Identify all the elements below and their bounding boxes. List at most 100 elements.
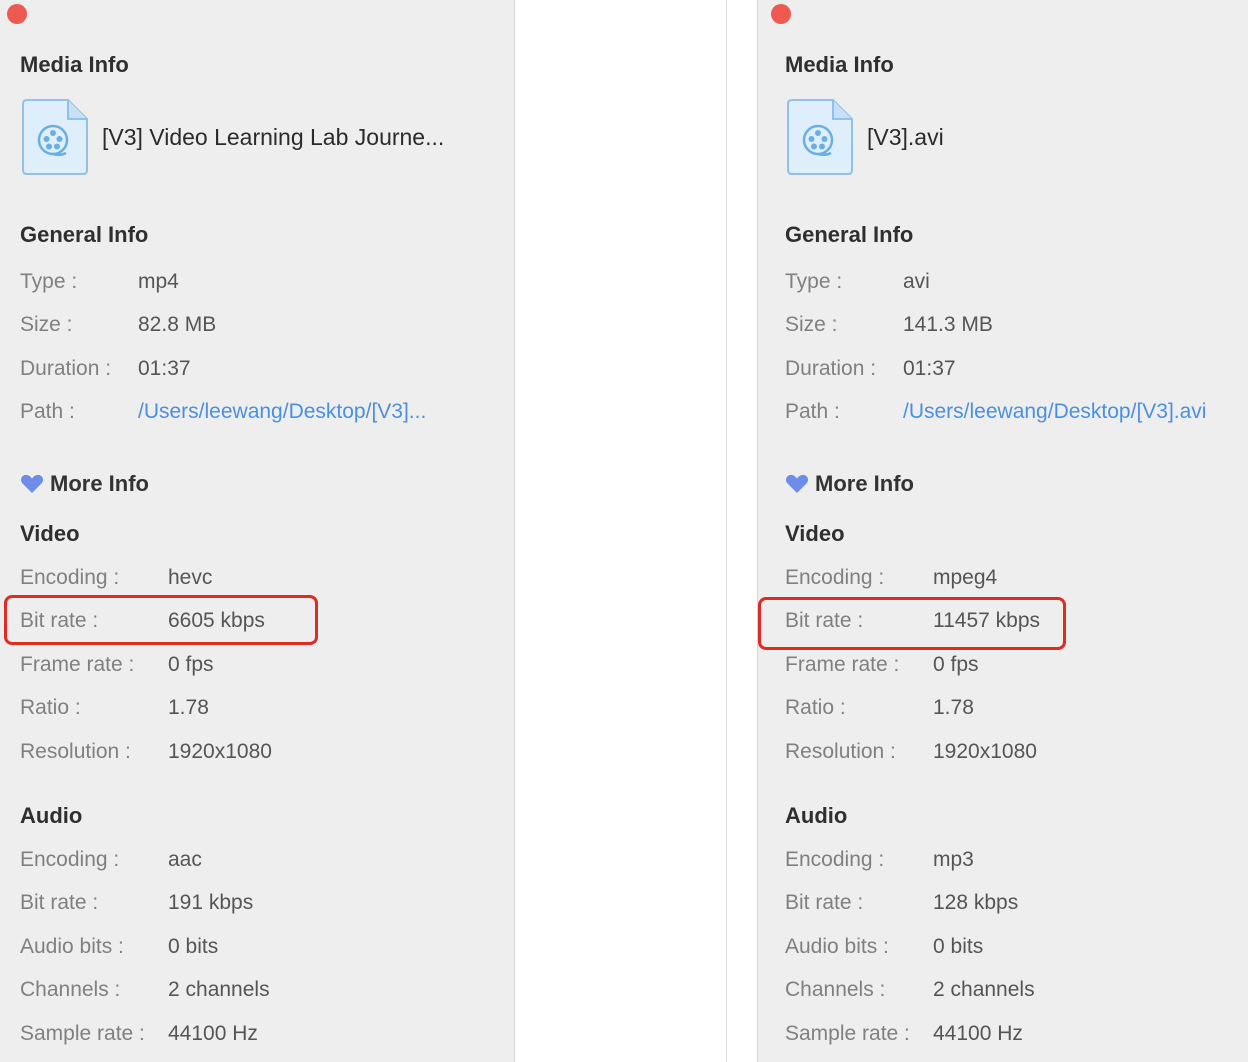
size-row: Size : 82.8 MB (20, 310, 216, 340)
audio-bits-label: Audio bits : (785, 935, 889, 958)
general-info-title: General Info (785, 222, 914, 247)
audio-bits-value: 0 bits (168, 935, 219, 958)
video-resolution-row: Resolution : 1920x1080 (20, 737, 272, 767)
file-name: [V3] Video Learning Lab Journe... (102, 123, 445, 150)
type-row: Type : avi (785, 267, 930, 297)
window-gap-divider (726, 0, 727, 1062)
media-info-panel-left: Media Info [V3] Video Learning Lab Journ… (0, 0, 515, 1062)
audio-bitrate-label: Bit rate : (20, 891, 99, 914)
video-ratio-label: Ratio : (785, 696, 846, 719)
media-info-panel-right: Media Info [V3].avi General Info Type : a… (757, 0, 1248, 1062)
audio-samplerate-row: Sample rate : 44100 Hz (785, 1019, 1023, 1049)
size-value: 141.3 MB (903, 313, 993, 336)
file-header: [V3] Video Learning Lab Journe... (20, 98, 444, 176)
video-file-icon (785, 98, 855, 176)
type-label: Type : (20, 270, 78, 293)
audio-channels-row: Channels : 2 channels (20, 975, 270, 1005)
audio-samplerate-row: Sample rate : 44100 Hz (20, 1019, 258, 1049)
audio-channels-label: Channels : (20, 978, 121, 1001)
duration-row: Duration : 01:37 (20, 354, 191, 384)
audio-section-title: Audio (785, 803, 848, 828)
duration-value: 01:37 (138, 357, 191, 380)
video-resolution-row: Resolution : 1920x1080 (785, 737, 1037, 767)
audio-channels-label: Channels : (785, 978, 886, 1001)
video-bitrate-label: Bit rate : (785, 609, 864, 632)
audio-channels-value: 2 channels (933, 978, 1035, 1001)
video-encoding-row: Encoding : mpeg4 (785, 563, 997, 593)
audio-bits-row: Audio bits : 0 bits (20, 932, 218, 962)
audio-encoding-row: Encoding : mp3 (785, 845, 974, 875)
file-name: [V3].avi (867, 123, 944, 150)
audio-samplerate-label: Sample rate : (20, 1022, 145, 1045)
audio-bits-row: Audio bits : 0 bits (785, 932, 983, 962)
audio-encoding-row: Encoding : aac (20, 845, 202, 875)
more-info-label: More Info (815, 471, 914, 496)
audio-bitrate-value: 191 kbps (168, 891, 254, 914)
video-bitrate-value: 11457 kbps (933, 609, 1041, 632)
audio-section-title: Audio (20, 803, 83, 828)
audio-bitrate-row: Bit rate : 128 kbps (785, 888, 1018, 918)
audio-samplerate-value: 44100 Hz (168, 1022, 258, 1045)
file-header: [V3].avi (785, 98, 944, 176)
audio-samplerate-label: Sample rate : (785, 1022, 910, 1045)
size-label: Size : (785, 313, 838, 336)
video-framerate-row: Frame rate : 0 fps (20, 650, 214, 680)
size-row: Size : 141.3 MB (785, 310, 993, 340)
type-value: avi (903, 270, 930, 293)
duration-row: Duration : 01:37 (785, 354, 956, 384)
video-encoding-label: Encoding : (20, 566, 120, 589)
video-encoding-value: mpeg4 (933, 566, 998, 589)
path-label: Path : (20, 400, 75, 423)
more-info-label: More Info (50, 471, 149, 496)
more-info-header: More Info (20, 468, 149, 500)
more-info-header: More Info (785, 468, 914, 500)
close-button[interactable] (7, 4, 27, 24)
video-framerate-row: Frame rate : 0 fps (785, 650, 979, 680)
path-label: Path : (785, 400, 840, 423)
type-label: Type : (785, 270, 843, 293)
size-value: 82.8 MB (138, 313, 217, 336)
audio-encoding-label: Encoding : (785, 848, 885, 871)
video-encoding-value: hevc (168, 566, 213, 589)
close-button[interactable] (771, 4, 791, 24)
type-value: mp4 (138, 270, 179, 293)
video-bitrate-row: Bit rate : 6605 kbps (20, 606, 265, 636)
video-encoding-label: Encoding : (785, 566, 885, 589)
path-link[interactable]: /Users/leewang/Desktop/[V3]... (138, 397, 426, 427)
panel-title: Media Info (785, 52, 894, 77)
path-row: Path : /Users/leewang/Desktop/[V3]... (20, 397, 426, 427)
video-framerate-label: Frame rate : (20, 653, 135, 676)
size-label: Size : (20, 313, 73, 336)
video-section-title: Video (20, 521, 80, 546)
duration-label: Duration : (20, 357, 112, 380)
video-framerate-value: 0 fps (168, 653, 214, 676)
audio-bitrate-label: Bit rate : (785, 891, 864, 914)
video-framerate-value: 0 fps (933, 653, 979, 676)
audio-samplerate-value: 44100 Hz (933, 1022, 1023, 1045)
audio-bits-label: Audio bits : (20, 935, 124, 958)
video-bitrate-value: 6605 kbps (168, 609, 265, 632)
video-resolution-label: Resolution : (785, 740, 896, 763)
audio-channels-value: 2 channels (168, 978, 270, 1001)
video-framerate-label: Frame rate : (785, 653, 900, 676)
path-link[interactable]: /Users/leewang/Desktop/[V3].avi (903, 397, 1206, 427)
video-ratio-value: 1.78 (933, 696, 974, 719)
duration-label: Duration : (785, 357, 877, 380)
heart-icon (785, 474, 809, 493)
audio-encoding-label: Encoding : (20, 848, 120, 871)
audio-bitrate-row: Bit rate : 191 kbps (20, 888, 253, 918)
path-row: Path : /Users/leewang/Desktop/[V3].avi (785, 397, 1206, 427)
video-file-icon (20, 98, 90, 176)
video-resolution-label: Resolution : (20, 740, 131, 763)
video-ratio-row: Ratio : 1.78 (785, 693, 974, 723)
audio-channels-row: Channels : 2 channels (785, 975, 1035, 1005)
video-ratio-label: Ratio : (20, 696, 81, 719)
video-encoding-row: Encoding : hevc (20, 563, 212, 593)
video-section-title: Video (785, 521, 845, 546)
type-row: Type : mp4 (20, 267, 179, 297)
panel-title: Media Info (20, 52, 129, 77)
duration-value: 01:37 (903, 357, 956, 380)
video-ratio-value: 1.78 (168, 696, 209, 719)
audio-encoding-value: aac (168, 848, 202, 871)
heart-icon (20, 474, 44, 493)
